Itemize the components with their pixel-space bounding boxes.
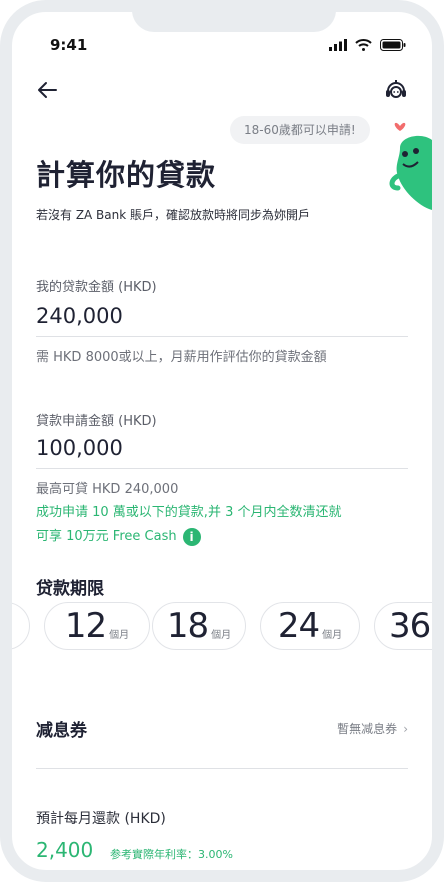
page-subtitle: 若沒有 ZA Bank 賬戶，確認放款時將同步為妳開戶 bbox=[36, 208, 311, 222]
headset-icon bbox=[386, 80, 406, 98]
income-hint: 需 HKD 8000或以上，月薪用作評估你的貸款金額 bbox=[36, 350, 327, 365]
promo-line-1: 成功申请 10 萬或以下的貸款,并 3 个月内全数清还就 bbox=[36, 505, 342, 520]
phone-frame: 9:41 18-60歲都可以申請! 計算你的貸款 若沒有 ZA Bank 賬戶，… bbox=[0, 0, 444, 882]
battery-icon bbox=[380, 39, 406, 51]
loan-amount-label: 貸款申請金額 (HKD) bbox=[36, 414, 157, 429]
term-option-num: 18 bbox=[166, 606, 209, 646]
coupon-link[interactable]: 暫無减息券 › bbox=[337, 720, 408, 737]
monthly-repayment-label: 預計每月還款 (HKD) bbox=[36, 811, 166, 827]
term-option-unit: 個月 bbox=[211, 629, 232, 641]
arrow-left-icon bbox=[38, 82, 57, 98]
promo-line-2: 可享 10万元 Free Cash i bbox=[36, 525, 416, 549]
term-option-num: 36 bbox=[389, 606, 431, 646]
term-option-unit: 個月 bbox=[2, 629, 13, 641]
reference-rate: 参考實際年利率：3.00% bbox=[110, 848, 233, 861]
term-option-6[interactable]: 6 個月 bbox=[2, 602, 30, 650]
status-time: 9:41 bbox=[50, 36, 88, 54]
age-eligibility-bubble: 18-60歲都可以申請! bbox=[230, 116, 370, 144]
status-icons bbox=[329, 39, 406, 51]
term-option-num: 12 bbox=[64, 606, 107, 646]
mascot-illustration bbox=[389, 122, 432, 210]
status-bar: 9:41 bbox=[12, 36, 432, 60]
term-option-unit: 個月 bbox=[109, 629, 130, 641]
loan-amount-divider bbox=[36, 468, 408, 469]
income-label: 我的贷款金額 (HKD) bbox=[36, 280, 157, 295]
info-icon[interactable]: i bbox=[182, 527, 201, 546]
coupon-row[interactable]: 减息券 暫無减息券 › bbox=[36, 712, 408, 744]
term-option-unit: 個月 bbox=[322, 629, 343, 641]
max-loan-hint: 最高可貸 HKD 240,000 bbox=[36, 482, 179, 497]
wifi-icon bbox=[355, 39, 372, 51]
term-option-36[interactable]: 36 bbox=[374, 602, 432, 650]
notch bbox=[132, 12, 336, 32]
term-option-18[interactable]: 18 個月 bbox=[152, 602, 246, 650]
term-option-24[interactable]: 24 個月 bbox=[260, 602, 360, 650]
income-input[interactable]: 240,000 bbox=[36, 304, 123, 328]
term-selector[interactable]: 6 個月 12 個月 18 個月 24 個月 36 bbox=[12, 602, 432, 668]
back-button[interactable] bbox=[34, 76, 62, 104]
coupon-title: 减息券 bbox=[36, 721, 87, 741]
coupon-link-text: 暫無减息券 bbox=[337, 722, 398, 736]
term-section-title: 贷款期限 bbox=[36, 579, 104, 599]
coupon-divider bbox=[36, 768, 408, 769]
signal-icon bbox=[329, 39, 347, 51]
monthly-repayment-value: 2,400 bbox=[36, 838, 94, 862]
chevron-right-icon: › bbox=[403, 722, 408, 736]
page-title: 計算你的貸款 bbox=[36, 158, 217, 192]
promo-line-2-text: 可享 10万元 Free Cash bbox=[36, 529, 177, 544]
term-option-12[interactable]: 12 個月 bbox=[44, 602, 150, 650]
income-divider bbox=[36, 336, 408, 337]
term-option-num: 24 bbox=[277, 606, 320, 646]
free-cash-promo: 成功申请 10 萬或以下的貸款,并 3 个月内全数清还就 可享 10万元 Fre… bbox=[36, 501, 416, 549]
loan-amount-input[interactable]: 100,000 bbox=[36, 436, 123, 460]
customer-service-button[interactable] bbox=[382, 76, 410, 104]
